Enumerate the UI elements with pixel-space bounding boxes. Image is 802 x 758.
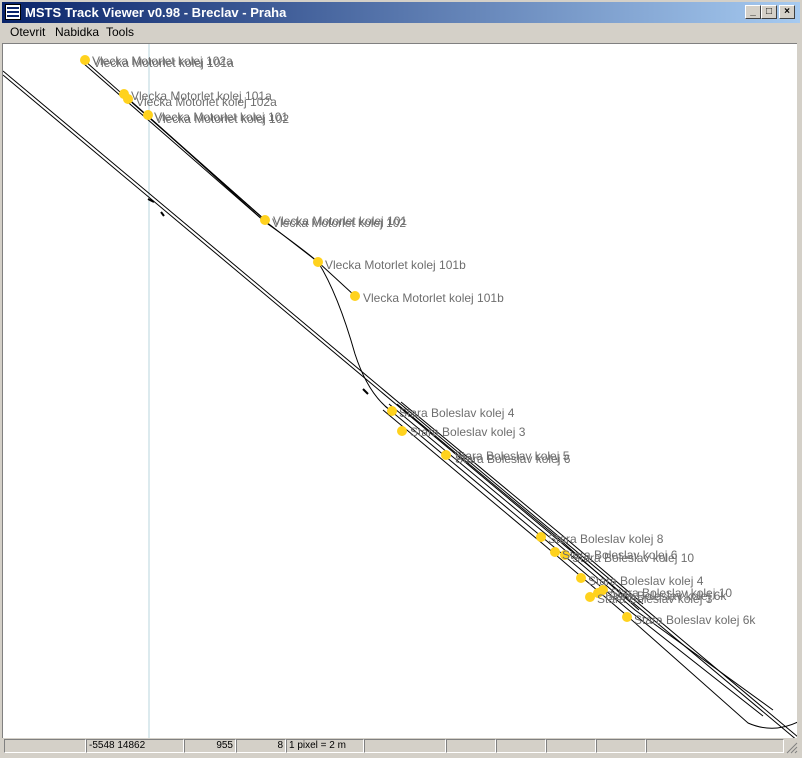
track-label: Stara Boleslav kolej 8 xyxy=(548,532,664,546)
marker[interactable] xyxy=(350,291,360,301)
menu-bar: Otevrit Nabidka Tools xyxy=(2,23,800,42)
marker[interactable] xyxy=(536,532,546,542)
track-label: Stara Boleslav kolej 3 xyxy=(597,592,713,606)
menu-nabidka[interactable]: Nabidka xyxy=(55,25,99,40)
track-label: Stara Boleslav kolej 3 xyxy=(410,425,526,439)
status-value1: 955 xyxy=(184,739,236,753)
status-pane-empty xyxy=(446,739,496,753)
marker[interactable] xyxy=(313,257,323,267)
marker[interactable] xyxy=(397,426,407,436)
marker[interactable] xyxy=(576,573,586,583)
minimize-button[interactable]: _ xyxy=(745,5,761,19)
status-coords: -5548 14862 xyxy=(86,739,184,753)
marker[interactable] xyxy=(387,406,397,416)
canvas-edge xyxy=(797,43,800,738)
track-label: Stara Boleslav kolej 6k xyxy=(634,613,756,627)
status-bar: -5548 14862 955 8 1 pixel = 2 m xyxy=(2,738,800,756)
marker[interactable] xyxy=(80,55,90,65)
menu-otevrit[interactable]: Otevrit xyxy=(10,25,45,40)
window-title: MSTS Track Viewer v0.98 - Breclav - Prah… xyxy=(25,5,287,20)
track-label: Vlecka Motorlet kolej 101b xyxy=(325,258,466,272)
status-pane-empty xyxy=(4,739,86,753)
track-map-canvas[interactable]: Vlecka Motorlet kolej 101a Vlecka Motorl… xyxy=(2,43,798,739)
status-pane-empty xyxy=(364,739,446,753)
app-icon[interactable] xyxy=(5,4,21,20)
track-label: Vlecka Motorlet kolej 101b xyxy=(363,291,504,305)
marker[interactable] xyxy=(441,450,451,460)
resize-grip-icon[interactable] xyxy=(786,742,798,754)
menu-tools[interactable]: Tools xyxy=(106,25,134,40)
track-label: Vlecka Motorlet kolej 102a xyxy=(92,54,233,68)
close-button[interactable]: × xyxy=(779,5,795,19)
status-pane-empty xyxy=(546,739,596,753)
status-value2: 8 xyxy=(236,739,286,753)
track-label: Vlecka Motorlet kolej 101 xyxy=(154,110,288,124)
track-label: Stara Boleslav kolej 10 xyxy=(572,551,694,565)
track-label: Stara Boleslav kolej 4 xyxy=(399,406,515,420)
title-bar[interactable]: MSTS Track Viewer v0.98 - Breclav - Prah… xyxy=(2,2,800,23)
marker[interactable] xyxy=(260,215,270,225)
map-labels: Vlecka Motorlet kolej 101a Vlecka Motorl… xyxy=(92,54,756,627)
marker[interactable] xyxy=(550,547,560,557)
track-map[interactable]: Vlecka Motorlet kolej 101a Vlecka Motorl… xyxy=(3,44,798,739)
status-pane-empty xyxy=(596,739,646,753)
status-pane-empty xyxy=(496,739,546,753)
main-line-tracks xyxy=(3,70,798,739)
status-pane-empty xyxy=(646,739,784,753)
maximize-button[interactable]: □ xyxy=(761,5,777,19)
track-label: Vlecka Motorlet kolej 102 xyxy=(272,216,406,230)
marker[interactable] xyxy=(143,110,153,120)
app-window: MSTS Track Viewer v0.98 - Breclav - Prah… xyxy=(0,0,802,758)
track-label: Vlecka Motorlet kolej 102a xyxy=(136,95,277,109)
track-label: Stara Boleslav kolej 6 xyxy=(455,452,571,466)
marker[interactable] xyxy=(622,612,632,622)
status-scale: 1 pixel = 2 m xyxy=(286,739,364,753)
